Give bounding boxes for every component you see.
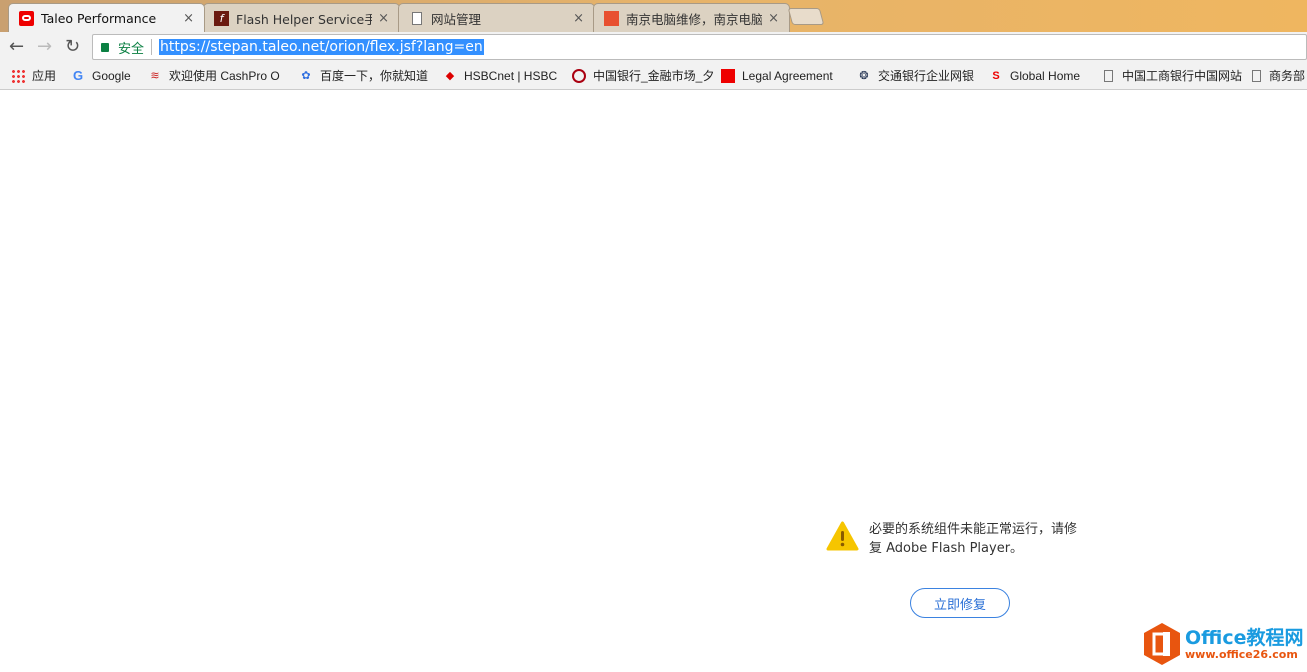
flash-message-text: 必要的系统组件未能正常运行，请修复 Adobe Flash Player。 bbox=[869, 522, 1078, 556]
page-icon bbox=[1249, 69, 1263, 83]
watermark: Office教程网 www.office26.com bbox=[1143, 622, 1304, 666]
bookmark-global-home[interactable]: S Global Home bbox=[989, 62, 1097, 89]
close-tab-icon[interactable]: × bbox=[378, 11, 389, 26]
close-tab-icon[interactable]: × bbox=[768, 11, 779, 26]
apps-icon bbox=[11, 68, 25, 83]
tab-taleo-performance[interactable]: Taleo Performance × bbox=[8, 3, 205, 32]
bookmark-bocom[interactable]: ❂ 交通银行企业网银 bbox=[857, 62, 985, 89]
google-icon: G bbox=[72, 68, 84, 83]
bocom-icon: ❂ bbox=[859, 70, 869, 82]
bookmark-icbc[interactable]: 中国工商银行中国网站 bbox=[1101, 62, 1245, 89]
boc-icon bbox=[572, 68, 586, 83]
bookmark-apps[interactable]: 应用 bbox=[11, 62, 67, 89]
close-tab-icon[interactable]: × bbox=[573, 11, 584, 26]
oracle-icon bbox=[721, 68, 735, 83]
hsbc-icon: ◆ bbox=[445, 70, 455, 82]
bookmark-boc[interactable]: 中国银行_金融市场_夕 bbox=[572, 62, 717, 89]
flash-error-message: 必要的系统组件未能正常运行，请修复 Adobe Flash Player。 bbox=[826, 520, 1089, 558]
repair-now-button[interactable]: 立即修复 bbox=[910, 588, 1010, 618]
close-tab-icon[interactable]: × bbox=[183, 11, 194, 26]
divider bbox=[151, 39, 153, 55]
url-text[interactable]: https://stepan.taleo.net/orion/flex.jsf?… bbox=[159, 39, 484, 55]
tab-nanjing-repair[interactable]: 南京电脑维修，南京电脑 × bbox=[593, 3, 790, 32]
title-bar: Taleo Performance × f Flash Helper Servi… bbox=[0, 0, 1307, 32]
bookmark-hsbc[interactable]: ◆ HSBCnet | HSBC bbox=[443, 62, 569, 89]
bookmark-mofcom[interactable]: 商务部 bbox=[1249, 62, 1307, 89]
office-logo-icon bbox=[1144, 623, 1180, 665]
tab-site-admin[interactable]: 网站管理 × bbox=[398, 3, 595, 32]
secure-label: 安全 bbox=[118, 41, 145, 57]
bookmarks-bar: 应用 G Google ≋ 欢迎使用 CashPro O ✿ 百度一下，你就知道 ◆ H… bbox=[0, 62, 1307, 90]
lock-icon bbox=[101, 42, 109, 52]
forward-icon[interactable]: → bbox=[37, 36, 52, 57]
bookmark-baidu[interactable]: ✿ 百度一下，你就知道 bbox=[299, 62, 439, 89]
bookmark-cashpro[interactable]: ≋ 欢迎使用 CashPro O bbox=[148, 62, 294, 89]
site-icon bbox=[604, 10, 619, 26]
bofa-icon: ≋ bbox=[150, 70, 160, 82]
oracle-icon bbox=[19, 10, 34, 26]
warning-icon bbox=[826, 521, 859, 551]
bookmark-legal-agreement[interactable]: Legal Agreement bbox=[721, 62, 853, 89]
toolbar: ← → ↻ 安全 https://stepan.taleo.net/orion/… bbox=[0, 32, 1307, 62]
new-tab-button[interactable] bbox=[787, 8, 825, 25]
page-icon bbox=[409, 11, 424, 26]
santander-icon: S bbox=[992, 69, 1000, 82]
tab-flash-helper[interactable]: f Flash Helper Service手动 × bbox=[203, 3, 400, 32]
page-icon bbox=[1101, 69, 1115, 83]
back-icon[interactable]: ← bbox=[9, 36, 24, 57]
address-bar[interactable]: 安全 https://stepan.taleo.net/orion/flex.j… bbox=[92, 34, 1307, 60]
baidu-icon: ✿ bbox=[301, 70, 311, 82]
bookmark-google[interactable]: G Google bbox=[71, 62, 145, 89]
flash-icon: f bbox=[214, 10, 229, 26]
reload-icon[interactable]: ↻ bbox=[65, 36, 80, 57]
